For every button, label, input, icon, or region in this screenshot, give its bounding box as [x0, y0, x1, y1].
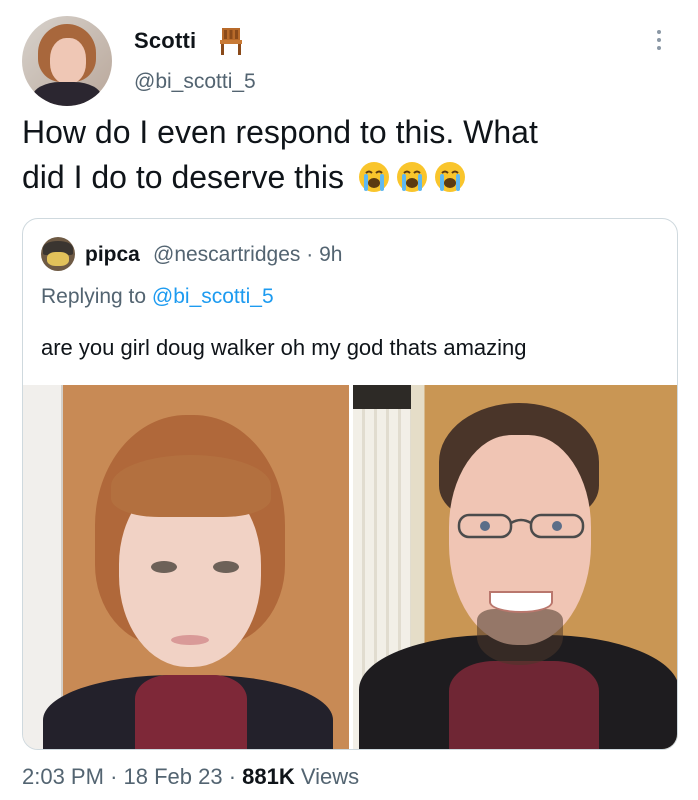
- chair-icon: [220, 28, 242, 55]
- views-label: Views: [300, 764, 360, 789]
- more-options-icon[interactable]: [654, 30, 664, 56]
- crying-face-emoji: [434, 162, 465, 192]
- tweet-text-line-1: How do I even respond to this. What: [22, 114, 538, 150]
- quoted-author-avatar[interactable]: [41, 237, 75, 271]
- emoji-group: [357, 160, 467, 194]
- footer-separator: ·: [110, 764, 118, 789]
- quoted-timestamp[interactable]: 9h: [319, 243, 342, 266]
- meta-separator: ·: [306, 243, 314, 266]
- quoted-author-name[interactable]: pipca: [85, 243, 140, 267]
- quoted-tweet-card[interactable]: pipca @nescartridges · 9h Replying to @b…: [22, 218, 678, 750]
- replying-to-handle[interactable]: @bi_scotti_5: [152, 285, 274, 308]
- photo-right[interactable]: [353, 385, 677, 749]
- replying-to-label: Replying to: [41, 285, 147, 308]
- quoted-author-meta: @nescartridges · 9h: [153, 243, 342, 267]
- tweet-footer: 2:03 PM · 18 Feb 23 · 881K Views: [22, 764, 359, 790]
- author-handle[interactable]: @bi_scotti_5: [134, 70, 256, 94]
- photo-left[interactable]: [23, 385, 349, 749]
- tweet-text-line-2: did I do to deserve this: [22, 159, 344, 195]
- glasses-icon: [457, 513, 585, 539]
- crying-face-emoji: [358, 162, 389, 192]
- post-date[interactable]: 18 Feb 23: [124, 764, 223, 789]
- quoted-author-handle[interactable]: @nescartridges: [153, 243, 300, 266]
- footer-separator: ·: [228, 764, 237, 789]
- crying-face-emoji: [396, 162, 427, 192]
- views-count: 881K: [242, 764, 295, 789]
- quoted-tweet-text: are you girl doug walker oh my god thats…: [41, 335, 527, 360]
- tweet-text: How do I even respond to this. What did …: [22, 110, 672, 200]
- post-time[interactable]: 2:03 PM: [22, 764, 104, 789]
- replying-to-line: Replying to @bi_scotti_5: [41, 285, 274, 309]
- author-avatar[interactable]: [22, 16, 112, 106]
- author-name[interactable]: Scotti: [134, 28, 196, 54]
